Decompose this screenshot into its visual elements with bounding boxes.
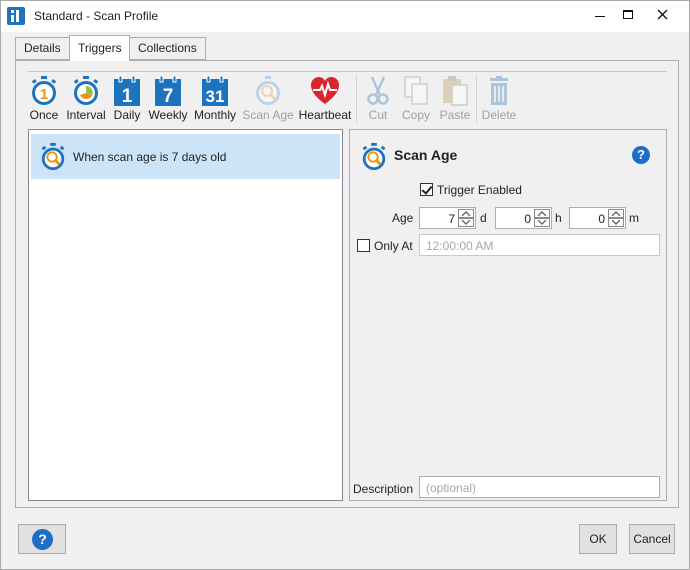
- heartbeat-label: Heartbeat: [298, 108, 352, 122]
- stopwatch-magnifier-icon: [41, 142, 65, 170]
- cut-label: Cut: [368, 108, 388, 122]
- close-button[interactable]: [645, 1, 679, 27]
- cut-button[interactable]: Cut: [363, 75, 393, 125]
- age-days-spinner[interactable]: 7: [419, 207, 476, 229]
- maximize-icon: [623, 9, 633, 19]
- toolbar-separator: [356, 75, 357, 123]
- paste-button[interactable]: Paste: [437, 75, 473, 125]
- age-hours-spinner[interactable]: 0: [495, 207, 552, 229]
- paste-label: Paste: [439, 108, 471, 122]
- list-item-label: When scan age is 7 days old: [73, 149, 227, 164]
- tab-collections[interactable]: Collections: [129, 37, 206, 60]
- spinner-down-arrow-icon[interactable]: [458, 218, 474, 227]
- age-label: Age: [392, 211, 414, 225]
- scan-age-button[interactable]: Scan Age: [242, 75, 294, 125]
- copy-label: Copy: [401, 108, 430, 122]
- scan-age-label: Scan Age: [242, 108, 294, 122]
- once-button[interactable]: 1 Once: [29, 75, 59, 125]
- ok-button[interactable]: OK: [579, 524, 617, 554]
- minutes-unit-label: m: [629, 211, 639, 225]
- once-label: Once: [29, 108, 59, 122]
- age-hours-value: 0: [524, 212, 531, 226]
- spinner-down-arrow-icon[interactable]: [534, 218, 550, 227]
- svg-text:7: 7: [163, 86, 174, 107]
- interval-button[interactable]: Interval: [66, 75, 106, 125]
- spinner-down-arrow-icon[interactable]: [608, 218, 624, 227]
- title-bar[interactable]: Standard - Scan Profile: [1, 1, 689, 32]
- heartbeat-button[interactable]: Heartbeat: [297, 75, 353, 125]
- copy-icon: [404, 76, 428, 105]
- trigger-detail-panel: Scan Age ? Trigger Enabled Age 7 d 0 h 0: [349, 129, 667, 501]
- calendar-monthly-icon: 31: [202, 75, 228, 106]
- calendar-weekly-icon: 7: [155, 75, 181, 107]
- weekly-button[interactable]: 7 Weekly: [148, 75, 188, 125]
- only-at-time-input[interactable]: 12:00:00 AM: [419, 234, 660, 256]
- maximize-button[interactable]: [611, 1, 645, 27]
- only-at-label: Only At: [374, 239, 413, 253]
- help-icon: ?: [32, 529, 53, 550]
- toolbar-divider: [28, 71, 667, 72]
- delete-label: Delete: [481, 108, 517, 122]
- trigger-list[interactable]: When scan age is 7 days old: [28, 129, 343, 501]
- age-days-value: 7: [448, 212, 455, 226]
- trigger-enabled-label: Trigger Enabled: [437, 183, 522, 197]
- stopwatch-magnifier-icon: [362, 143, 386, 171]
- stopwatch-interval-icon: [73, 76, 99, 105]
- delete-button[interactable]: Delete: [481, 75, 517, 125]
- spinner-up-arrow-icon[interactable]: [458, 209, 474, 218]
- svg-text:31: 31: [206, 87, 225, 106]
- app-icon: [7, 7, 25, 25]
- stopwatch-magnifier-icon: [256, 76, 280, 105]
- tab-triggers[interactable]: Triggers: [69, 35, 130, 61]
- description-label: Description: [353, 482, 414, 496]
- toolbar-separator: [476, 75, 477, 123]
- spinner-up-arrow-icon[interactable]: [534, 209, 550, 218]
- daily-button[interactable]: 1 Daily: [111, 75, 143, 125]
- spinner-up-arrow-icon[interactable]: [608, 209, 624, 218]
- minimize-icon: [595, 15, 605, 17]
- calendar-daily-icon: 1: [114, 75, 140, 107]
- tab-details[interactable]: Details: [15, 37, 70, 60]
- scan-profile-window: Standard - Scan Profile Details Triggers…: [0, 0, 690, 570]
- weekly-label: Weekly: [148, 108, 188, 122]
- only-at-checkbox[interactable]: [357, 239, 370, 252]
- help-icon[interactable]: ?: [632, 146, 650, 164]
- age-minutes-value: 0: [598, 212, 605, 226]
- days-unit-label: d: [480, 211, 487, 225]
- help-button[interactable]: ?: [18, 524, 66, 554]
- cancel-button[interactable]: Cancel: [629, 524, 675, 554]
- trigger-enabled-checkbox[interactable]: [420, 183, 433, 196]
- monthly-button[interactable]: 31 Monthly: [192, 75, 238, 125]
- detail-title: Scan Age: [394, 147, 458, 163]
- paste-icon: [443, 76, 468, 106]
- close-icon: [657, 9, 667, 19]
- heartbeat-icon: [311, 77, 339, 104]
- svg-text:1: 1: [40, 86, 48, 103]
- daily-label: Daily: [113, 108, 141, 122]
- stopwatch-once-icon: 1: [31, 76, 57, 105]
- age-minutes-spinner[interactable]: 0: [569, 207, 626, 229]
- description-input[interactable]: (optional): [419, 476, 660, 498]
- svg-text:1: 1: [122, 86, 133, 107]
- trash-icon: [490, 76, 508, 105]
- copy-button[interactable]: Copy: [399, 75, 433, 125]
- list-item[interactable]: When scan age is 7 days old: [31, 134, 340, 179]
- hours-unit-label: h: [555, 211, 562, 225]
- window-title: Standard - Scan Profile: [34, 9, 159, 23]
- monthly-label: Monthly: [193, 108, 237, 122]
- scissors-icon: [367, 76, 389, 105]
- interval-label: Interval: [66, 108, 106, 122]
